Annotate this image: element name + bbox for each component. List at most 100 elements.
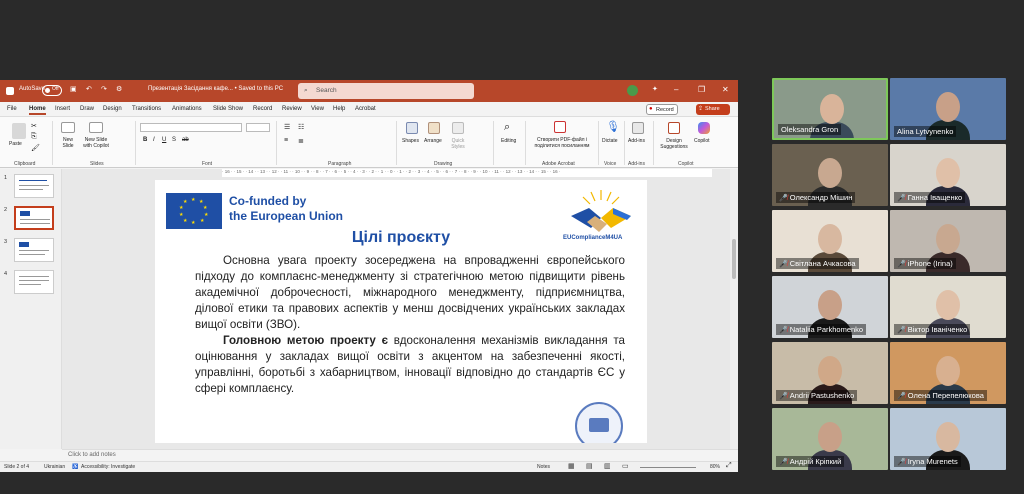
add-ins-icon[interactable] [632, 122, 644, 134]
fit-to-window-icon[interactable]: ⤢ [726, 462, 732, 470]
accessibility-icon[interactable]: ♿ [72, 464, 78, 470]
slide-thumbnail-4[interactable] [14, 270, 54, 294]
tab-view[interactable]: View [311, 106, 324, 112]
notes-pane[interactable]: Click to add notes [62, 449, 738, 461]
reading-view-icon[interactable]: ▥ [604, 462, 611, 470]
scrollbar-thumb[interactable] [732, 239, 736, 279]
italic-icon[interactable]: I [153, 137, 155, 143]
cut-icon[interactable]: ✂ [31, 122, 37, 130]
tab-home[interactable]: Home [29, 106, 46, 115]
search-input[interactable]: ⌕ Search [298, 83, 474, 99]
font-size-select[interactable] [246, 123, 270, 132]
tab-draw[interactable]: Draw [80, 106, 94, 112]
bullets-icon[interactable]: ☰ [284, 123, 290, 131]
record-button[interactable]: ● Record [646, 104, 678, 115]
ribbon: Paste ✂ ⎘ 🖌 Clipboard New Slide New Slid… [0, 116, 738, 168]
restore-icon[interactable]: ❐ [698, 85, 705, 94]
participant-tile[interactable]: 🎤̸ Олександр Мішин [772, 144, 888, 206]
participant-face [818, 422, 842, 452]
bold-icon[interactable]: B [143, 137, 147, 143]
format-painter-icon[interactable]: 🖌 [31, 144, 40, 152]
participant-name: 🎤̸ Andrii Pastushenko [776, 390, 858, 401]
tab-file[interactable]: File [7, 106, 17, 112]
copilot-icon[interactable] [698, 122, 710, 134]
vertical-scrollbar[interactable] [730, 169, 738, 449]
strikethrough-icon[interactable]: ab [182, 137, 189, 143]
title-bar: AutoSave Off ▣ ↶ ↷ ⚙ Презентація Засідан… [0, 80, 738, 102]
tab-design[interactable]: Design [103, 106, 122, 112]
editing-icon[interactable]: ⌕ [504, 121, 510, 134]
participant-tile[interactable]: 🎤̸ Nataliia Parkhomenko [772, 276, 888, 338]
tab-acrobat[interactable]: Acrobat [355, 106, 376, 112]
new-slide-icon[interactable] [61, 122, 75, 133]
copy-icon[interactable]: ⎘ [31, 133, 37, 141]
tab-help[interactable]: Help [333, 106, 345, 112]
participant-tile[interactable]: 🎤̸ iPhone (Irina) [890, 210, 1006, 272]
undo-icon[interactable]: ↶ [86, 85, 92, 93]
paste-icon[interactable] [12, 123, 26, 139]
align-left-icon[interactable]: ≡ [284, 137, 288, 144]
slide-sorter-icon[interactable]: ▤ [586, 462, 593, 470]
minimize-icon[interactable]: – [674, 85, 678, 94]
save-icon[interactable]: ▣ [70, 85, 77, 93]
lightbulb-icon[interactable]: ✦ [652, 85, 658, 93]
tab-transitions[interactable]: Transitions [132, 106, 161, 112]
zoom-level[interactable]: 80% [710, 464, 720, 470]
shapes-icon[interactable] [406, 122, 418, 134]
slide-paragraph-1[interactable]: Основна увага проекту зосереджена на впр… [195, 253, 625, 333]
participant-tile[interactable]: 🎤̸ Віктор Іваніченко [890, 276, 1006, 338]
font-family-select[interactable] [140, 123, 242, 132]
slide-title[interactable]: Цілі проєкту [155, 229, 647, 247]
participant-tile[interactable]: 🎤̸ Ганна Іващенко [890, 144, 1006, 206]
new-slide-copilot-icon[interactable] [89, 122, 103, 133]
language-status[interactable]: Ukrainian [44, 464, 65, 470]
user-avatar[interactable] [627, 85, 638, 96]
arrange-icon[interactable] [428, 122, 440, 134]
participant-tile[interactable]: 🎤̸ Світлана Ачкасова [772, 210, 888, 272]
participant-tile[interactable]: Alina Lytvynenko [890, 78, 1006, 140]
redo-icon[interactable]: ↷ [101, 85, 107, 93]
participant-name: 🎤̸ iPhone (Irina) [894, 258, 956, 269]
design-suggestions-icon[interactable] [668, 122, 680, 134]
numbering-icon[interactable]: ☷ [298, 123, 304, 131]
share-button[interactable]: ⇪ Share [696, 104, 730, 115]
close-icon[interactable]: ✕ [722, 85, 729, 94]
slide-paragraph-2[interactable]: Головною метою проекту є вдосконалення м… [195, 333, 625, 397]
muted-mic-icon: 🎤̸ [897, 393, 906, 400]
normal-view-icon[interactable]: ▦ [568, 462, 575, 470]
zoom-slider[interactable] [640, 467, 696, 468]
tab-animations[interactable]: Animations [172, 106, 202, 112]
microphone-icon[interactable]: 🎙 [606, 120, 620, 133]
participant-name-text: Віктор Іваніченко [907, 325, 968, 334]
participant-tile[interactable]: 🎤̸ Iryna Murenets [890, 408, 1006, 470]
slide-canvas[interactable]: ★ ★ ★ ★ ★ ★ ★ ★ ★ ★ Co-funded by the Eur… [155, 180, 647, 443]
tab-review[interactable]: Review [282, 106, 302, 112]
slide-thumbnail-2[interactable] [14, 206, 54, 230]
participant-face [818, 158, 842, 188]
book-icon [589, 418, 609, 432]
tab-slide-show[interactable]: Slide Show [213, 106, 243, 112]
participant-name: 🎤̸ Віктор Іваніченко [894, 324, 971, 335]
participant-tile[interactable]: 🎤̸ Олена Перепелюкова [890, 342, 1006, 404]
participant-tile[interactable]: Oleksandra Gron [772, 78, 888, 140]
tab-insert[interactable]: Insert [55, 106, 70, 112]
notes-toggle[interactable]: Notes [537, 464, 550, 470]
shadow-icon[interactable]: S [172, 137, 176, 143]
thumb-number: 3 [4, 239, 8, 245]
customize-icon[interactable]: ⚙ [116, 85, 122, 93]
slide-thumbnail-1[interactable] [14, 174, 54, 198]
accessibility-status[interactable]: Accessibility: Investigate [81, 464, 135, 470]
tab-record[interactable]: Record [253, 106, 272, 112]
underline-icon[interactable]: U [162, 137, 166, 143]
create-pdf-icon[interactable] [554, 121, 566, 133]
participant-tile[interactable]: 🎤̸ Andrii Pastushenko [772, 342, 888, 404]
document-title[interactable]: Презентація Засідання кафе... • Saved to… [148, 86, 283, 92]
slide-thumbnail-3[interactable] [14, 238, 54, 262]
participant-name: 🎤̸ Світлана Ачкасова [776, 258, 859, 269]
quick-styles-icon[interactable] [452, 122, 464, 134]
thumb-line [19, 254, 45, 255]
participant-name-text: Iryna Murenets [907, 457, 958, 466]
align-center-icon[interactable]: ≣ [298, 137, 304, 145]
slide-show-icon[interactable]: ▭ [622, 462, 629, 470]
participant-tile[interactable]: 🎤̸ Андрій Кріпкий [772, 408, 888, 470]
